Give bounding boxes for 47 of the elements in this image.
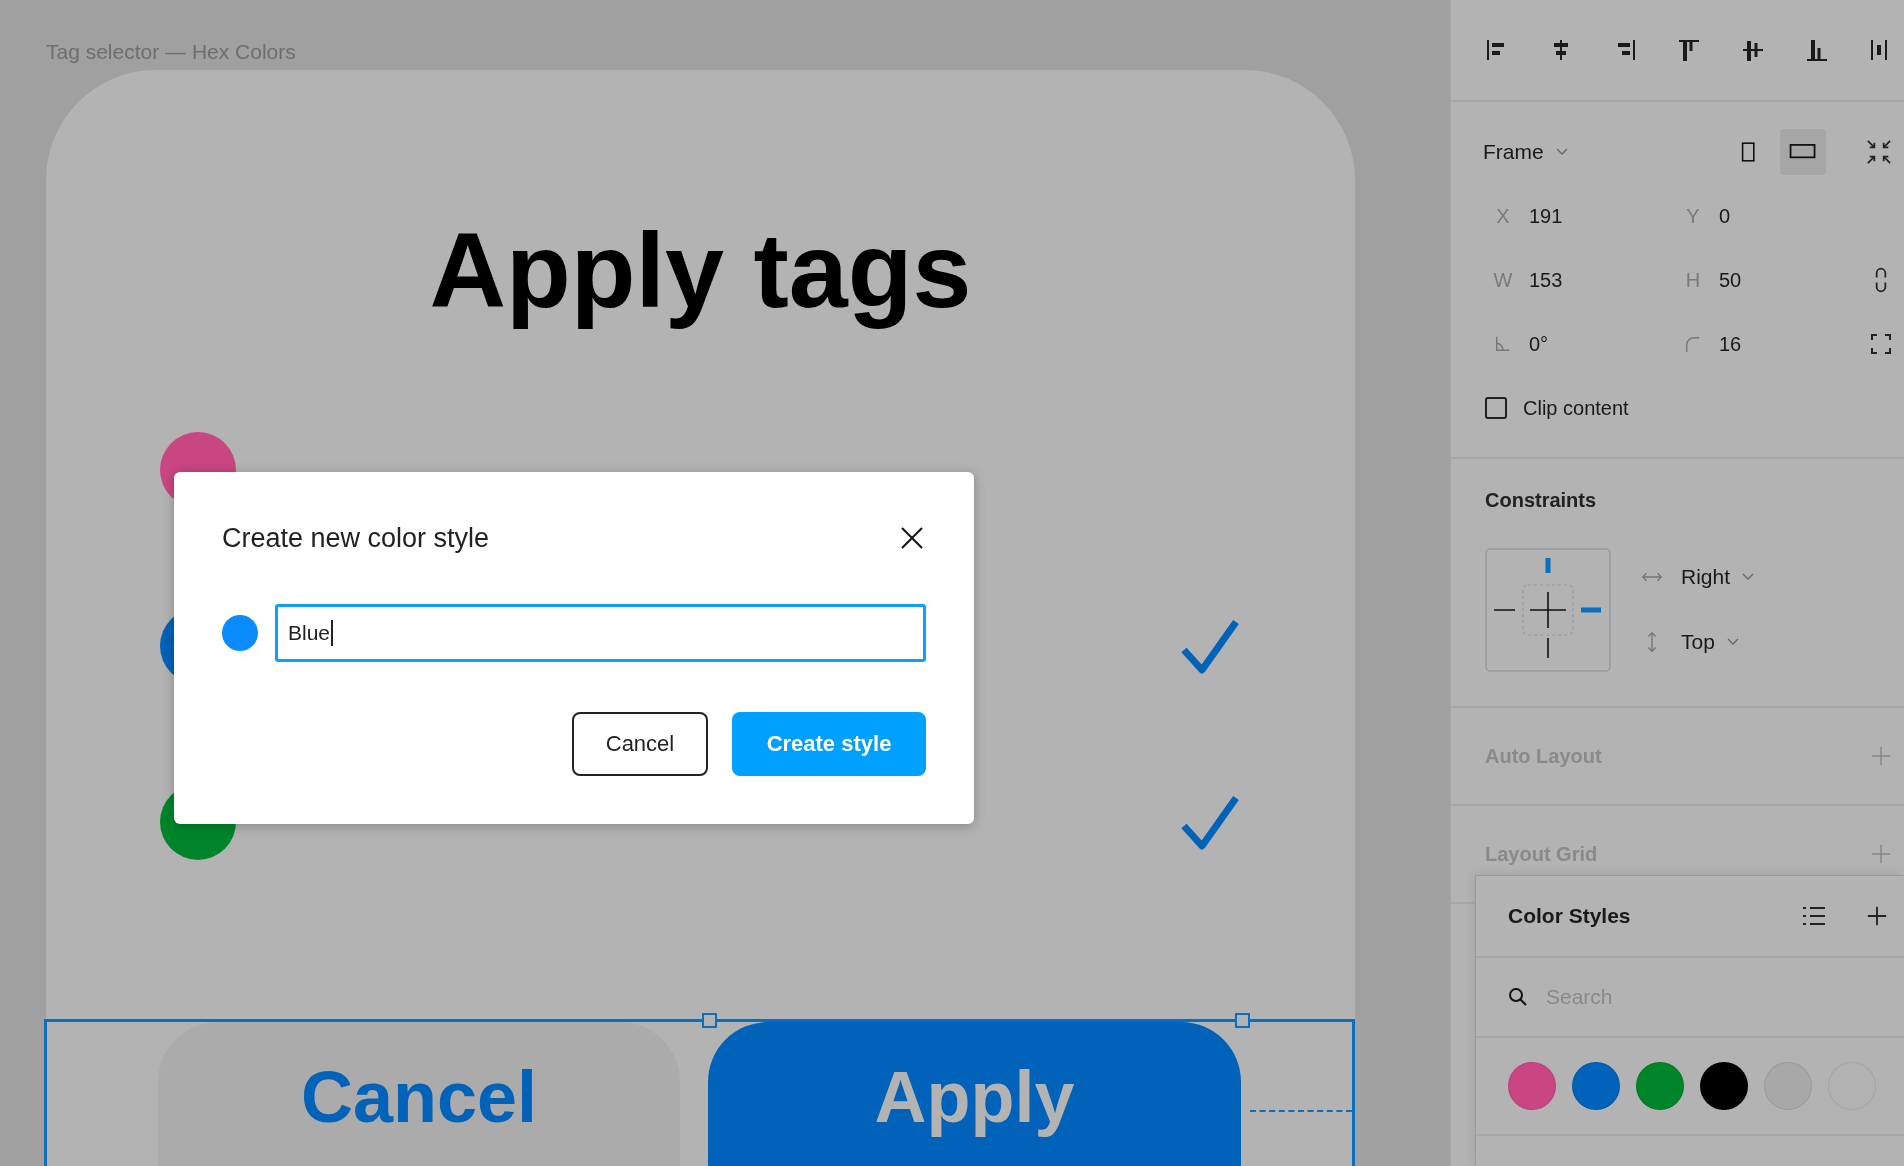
- field-label: H: [1684, 268, 1702, 292]
- checkbox-label: Clip content: [1523, 396, 1629, 420]
- checkbox[interactable]: [1485, 397, 1507, 419]
- color-swatch[interactable]: [1572, 1062, 1620, 1110]
- portrait-icon: [1741, 140, 1757, 164]
- align-vertical-center-icon[interactable]: [1741, 38, 1765, 62]
- close-icon[interactable]: [900, 526, 924, 550]
- chevron-down-icon: [1742, 573, 1755, 581]
- list-view-icon[interactable]: [1802, 906, 1826, 926]
- field-input[interactable]: 50: [1719, 268, 1742, 292]
- cancel-button[interactable]: Cancel: [572, 712, 708, 776]
- color-swatch[interactable]: [222, 615, 258, 651]
- popover-title: Color Styles: [1508, 904, 1631, 928]
- field-label: Y: [1685, 204, 1701, 228]
- field-input[interactable]: 153: [1529, 268, 1563, 292]
- field-input[interactable]: 16: [1719, 332, 1742, 356]
- vertical-constraint-dropdown[interactable]: Top: [1681, 630, 1739, 654]
- color-swatch[interactable]: [1636, 1062, 1684, 1110]
- field-label: X: [1495, 204, 1511, 228]
- field-input[interactable]: 191: [1529, 204, 1563, 228]
- color-swatch[interactable]: [1700, 1062, 1748, 1110]
- color-swatch[interactable]: [1508, 1062, 1556, 1110]
- page-title: Apply tags: [428, 210, 973, 331]
- frame-dropdown[interactable]: Frame: [1483, 140, 1568, 164]
- landscape-button[interactable]: [1780, 129, 1826, 175]
- resize-handle[interactable]: [1235, 1013, 1250, 1028]
- resize-handle[interactable]: [702, 1013, 717, 1028]
- constraints-widget[interactable]: [1485, 548, 1611, 672]
- chevron-down-icon: [1726, 638, 1739, 646]
- search-icon: [1508, 987, 1528, 1007]
- section-title: Constraints: [1485, 489, 1598, 512]
- field-label: W: [1492, 268, 1514, 292]
- horizontal-constraint-dropdown[interactable]: Right: [1681, 565, 1755, 589]
- angle-icon: [1494, 335, 1512, 353]
- color-swatch[interactable]: [1764, 1062, 1812, 1110]
- collapse-icon[interactable]: [1866, 139, 1892, 165]
- landscape-icon: [1789, 144, 1817, 160]
- align-top-icon[interactable]: [1677, 38, 1701, 62]
- field-input[interactable]: 0°: [1529, 332, 1549, 356]
- field-input[interactable]: 0: [1719, 204, 1731, 228]
- corners-icon[interactable]: [1870, 331, 1892, 357]
- dialog-title: Create new color style: [222, 522, 491, 554]
- corner-radius-icon: [1684, 335, 1702, 353]
- plus-icon[interactable]: [1866, 905, 1888, 927]
- style-name-input[interactable]: Blue: [275, 604, 926, 662]
- chevron-down-icon: [1555, 148, 1568, 156]
- align-bottom-icon[interactable]: [1805, 38, 1829, 62]
